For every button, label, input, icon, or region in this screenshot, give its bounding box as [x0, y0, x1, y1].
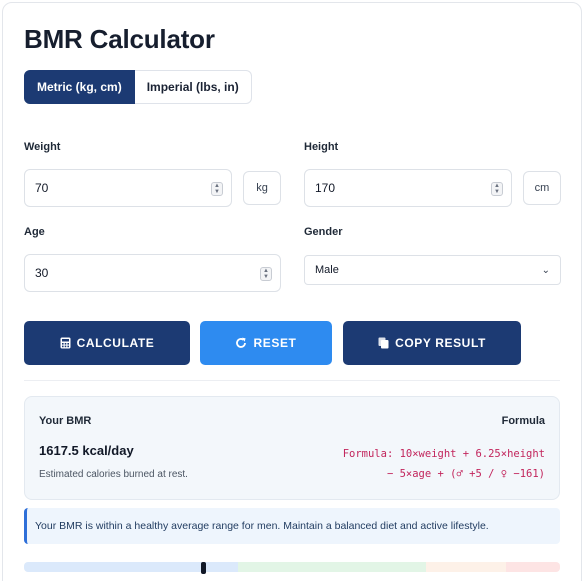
result-note: Estimated calories burned at rest. [39, 469, 188, 480]
copy-icon [378, 337, 389, 349]
gauge-segment-0 [24, 562, 239, 572]
calculator-icon [60, 337, 71, 349]
gauge-segment-3 [506, 562, 560, 572]
divider [24, 380, 560, 381]
metric-button[interactable]: Metric (kg, cm) [24, 70, 135, 104]
copy-result-button[interactable]: COPY RESULT [343, 321, 521, 365]
age-stepper[interactable]: ▲ ▼ [260, 267, 272, 281]
gauge-segment-1 [238, 562, 426, 572]
info-message: Your BMR is within a healthy average ran… [24, 508, 560, 544]
bmr-value: 1617.5 kcal/day [39, 443, 134, 458]
result-label: Your BMR [39, 415, 92, 427]
calculate-label: CALCULATE [76, 336, 155, 350]
age-input-wrapper: ▲▼ [24, 254, 281, 292]
weight-unit: kg [243, 171, 281, 205]
chevron-down-icon: ⌄ [541, 264, 550, 276]
reset-button[interactable]: RESET [200, 321, 332, 365]
weight-input-wrapper: ▲▼ [24, 169, 232, 207]
gender-label: Gender [304, 226, 343, 238]
height-input-wrapper: ▲▼ [304, 169, 512, 207]
height-unit: cm [523, 171, 561, 205]
height-input[interactable] [315, 181, 501, 195]
formula-line-2: − 5×age + (♂ +5 / ♀ −161) [386, 468, 545, 480]
age-input[interactable] [35, 266, 270, 280]
bmr-gauge [24, 562, 560, 572]
height-stepper[interactable]: ▲ ▼ [491, 182, 503, 196]
gauge-marker [200, 562, 206, 574]
formula-text: Formula: 10×weight + 6.25×height − 5×age… [285, 444, 545, 484]
copy-label: COPY RESULT [395, 336, 486, 350]
refresh-icon [236, 337, 247, 348]
reset-label: RESET [253, 336, 297, 350]
weight-stepper[interactable]: ▲ ▼ [211, 182, 223, 196]
page-title: BMR Calculator [24, 24, 215, 54]
imperial-button[interactable]: Imperial (lbs, in) [134, 70, 252, 104]
formula-line-1: Formula: 10×weight + 6.25×height [342, 448, 545, 460]
gender-value: Male [315, 264, 339, 276]
calculate-button[interactable]: CALCULATE [24, 321, 190, 365]
result-panel: Your BMR 1617.5 kcal/day Estimated calor… [24, 396, 560, 500]
formula-label: Formula [501, 415, 545, 427]
weight-label: Weight [24, 141, 61, 153]
gender-select[interactable]: Male ⌄ [304, 255, 561, 285]
unit-toggle: Metric (kg, cm) Imperial (lbs, in) [24, 70, 252, 104]
age-label: Age [24, 226, 45, 238]
height-label: Height [304, 141, 339, 153]
weight-input[interactable] [35, 181, 221, 195]
gauge-segment-2 [425, 562, 507, 572]
